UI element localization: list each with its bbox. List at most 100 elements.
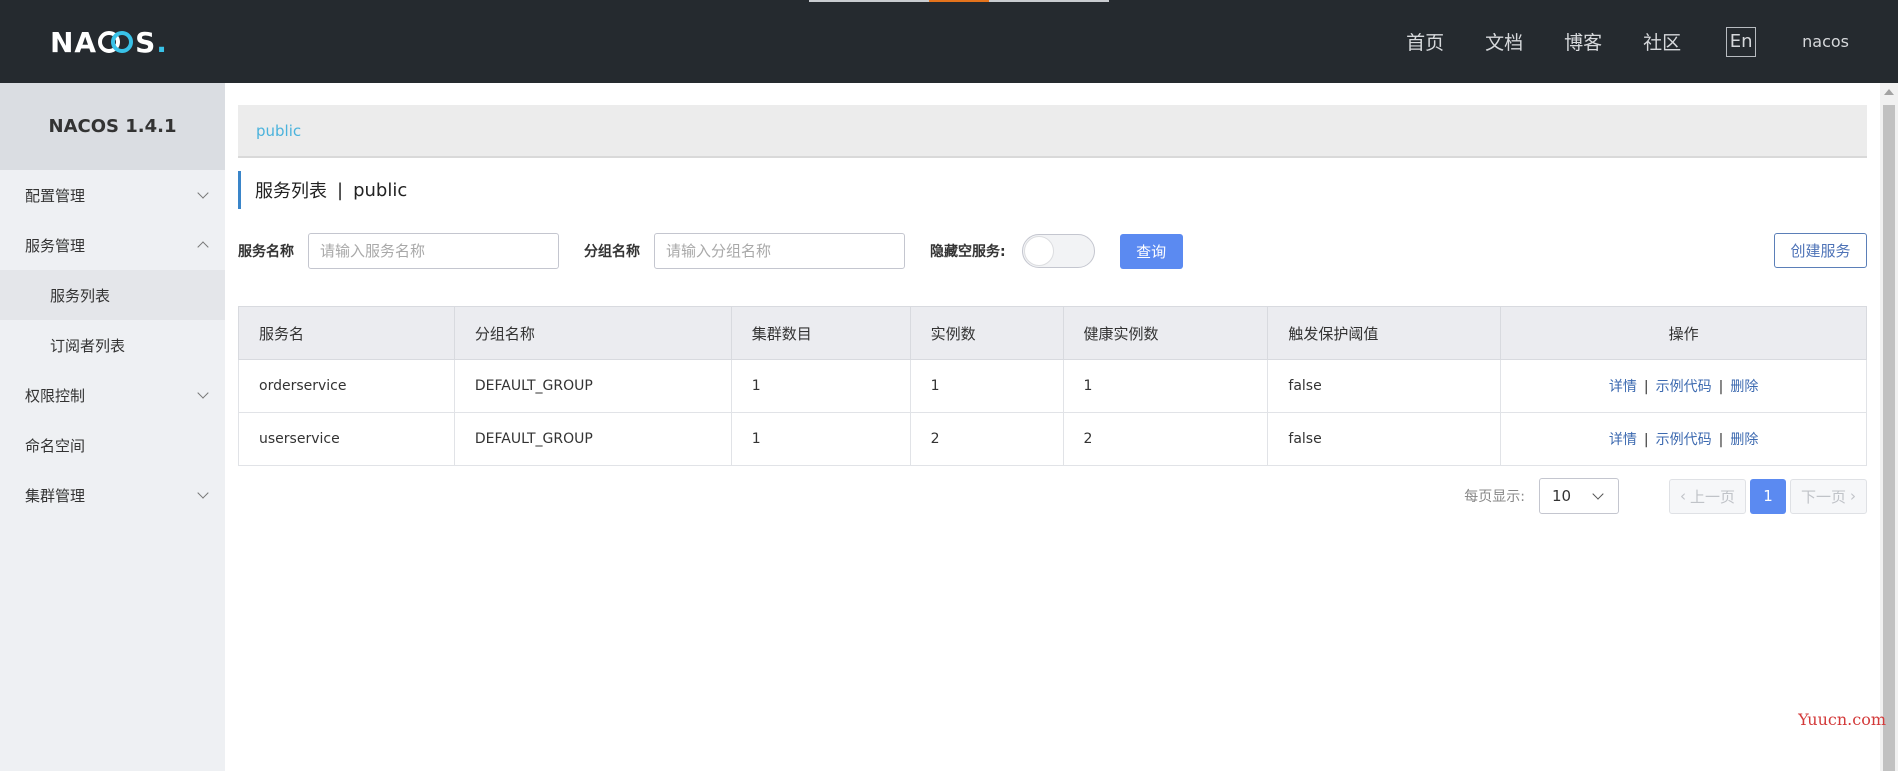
chevron-right-icon: › <box>1850 487 1856 505</box>
cell-service-name: userservice <box>238 412 455 466</box>
logo-dot: . <box>156 25 168 59</box>
page-size-value: 10 <box>1551 487 1572 505</box>
column-header: 集群数目 <box>730 306 911 360</box>
page-size-select[interactable]: 10 <box>1538 478 1619 514</box>
sidebar-title: NACOS 1.4.1 <box>0 83 225 170</box>
sidebar-item-label: 命名空间 <box>25 436 86 455</box>
language-toggle-button[interactable]: En <box>1726 26 1757 57</box>
column-header: 触发保护阈值 <box>1267 306 1502 360</box>
cell-threshold: false <box>1267 412 1502 466</box>
nav-home[interactable]: 首页 <box>1406 28 1444 55</box>
sidebar-item-label: 集群管理 <box>25 486 86 505</box>
query-button[interactable]: 查询 <box>1119 233 1183 269</box>
scrollbar-thumb[interactable] <box>1883 105 1895 771</box>
filter-bar: 服务名称 分组名称 隐藏空服务: 查询 创建服务 <box>238 233 1867 269</box>
hide-empty-label: 隐藏空服务: <box>930 244 1006 260</box>
service-name-label: 服务名称 <box>238 244 294 260</box>
logo-rings-icon <box>98 31 134 53</box>
sidebar-item-namespace[interactable]: 命名空间 <box>0 420 225 470</box>
hide-empty-toggle[interactable] <box>1021 234 1095 268</box>
service-table: 服务名 分组名称 集群数目 实例数 健康实例数 触发保护阈值 操作 orders… <box>238 306 1867 466</box>
top-indicator <box>809 0 1109 2</box>
column-header: 分组名称 <box>453 306 732 360</box>
table-row: orderservice DEFAULT_GROUP 1 1 1 false 详… <box>238 359 1867 413</box>
action-separator: | <box>1718 379 1724 395</box>
top-indicator-segment <box>929 0 989 2</box>
sidebar: NACOS 1.4.1 配置管理 服务管理 服务列表 订阅者列表 权限控制 命名… <box>0 83 225 771</box>
sidebar-item-label: 订阅者列表 <box>50 336 126 355</box>
nacos-logo[interactable]: NA S. <box>50 22 168 62</box>
cell-cluster-count: 1 <box>730 359 911 413</box>
detail-link[interactable]: 详情 <box>1609 379 1637 395</box>
scroll-up-icon[interactable] <box>1884 89 1894 95</box>
sidebar-item-label: 配置管理 <box>25 186 86 205</box>
page-title-namespace: public <box>353 179 408 201</box>
cell-service-name: orderservice <box>238 359 455 413</box>
sidebar-item-label: 服务管理 <box>25 236 86 255</box>
chevron-down-icon <box>197 387 209 399</box>
sidebar-item-service-management[interactable]: 服务管理 <box>0 220 225 270</box>
nav-blog[interactable]: 博客 <box>1564 28 1602 55</box>
table-row: userservice DEFAULT_GROUP 1 2 2 false 详情… <box>238 412 1867 466</box>
nav-community[interactable]: 社区 <box>1643 28 1681 55</box>
cell-instance-count: 2 <box>909 412 1064 466</box>
nav-docs[interactable]: 文档 <box>1485 28 1523 55</box>
delete-link[interactable]: 删除 <box>1730 379 1758 395</box>
top-nav: 首页 文档 博客 社区 En nacos <box>1406 0 1898 83</box>
sample-code-link[interactable]: 示例代码 <box>1656 379 1712 395</box>
logo-text-s: S <box>135 25 157 59</box>
cell-healthy-count: 1 <box>1062 359 1269 413</box>
sidebar-item-permission[interactable]: 权限控制 <box>0 370 225 420</box>
cell-instance-count: 1 <box>909 359 1064 413</box>
delete-link[interactable]: 删除 <box>1730 432 1758 448</box>
sidebar-item-service-list[interactable]: 服务列表 <box>0 270 225 320</box>
logo-text-na: NA <box>50 25 98 59</box>
column-header: 操作 <box>1500 306 1867 360</box>
cell-group-name: DEFAULT_GROUP <box>453 412 732 466</box>
page-title: 服务列表 | public <box>238 171 407 209</box>
sidebar-item-cluster[interactable]: 集群管理 <box>0 470 225 520</box>
chevron-up-icon <box>197 241 209 253</box>
page-number-current[interactable]: 1 <box>1749 478 1786 514</box>
cell-threshold: false <box>1267 359 1502 413</box>
cell-actions: 详情 | 示例代码 | 删除 <box>1500 412 1867 466</box>
chevron-left-icon: ‹ <box>1679 487 1686 505</box>
page-title-main: 服务列表 <box>255 181 327 202</box>
vertical-scrollbar[interactable] <box>1880 83 1898 771</box>
chevron-down-icon <box>197 187 209 199</box>
prev-page-button[interactable]: ‹ 上一页 <box>1668 478 1746 514</box>
main-content: public 服务列表 | public 服务名称 分组名称 隐藏空服务: 查询… <box>225 83 1880 771</box>
chevron-down-icon <box>1592 488 1604 500</box>
cell-actions: 详情 | 示例代码 | 删除 <box>1500 359 1867 413</box>
top-header: NA S. 首页 文档 博客 社区 En nacos <box>0 0 1898 83</box>
cell-group-name: DEFAULT_GROUP <box>453 359 732 413</box>
prev-page-label: 上一页 <box>1689 487 1735 506</box>
cell-healthy-count: 2 <box>1062 412 1269 466</box>
action-separator: | <box>1718 432 1724 448</box>
namespace-tab-public[interactable]: public <box>238 105 1867 158</box>
column-header: 健康实例数 <box>1062 306 1269 360</box>
per-page-label: 每页显示: <box>1464 489 1525 505</box>
action-separator: | <box>1643 379 1649 395</box>
action-separator: | <box>1643 432 1649 448</box>
page-title-separator: | <box>337 179 344 201</box>
sidebar-item-subscriber-list[interactable]: 订阅者列表 <box>0 320 225 370</box>
table-header-row: 服务名 分组名称 集群数目 实例数 健康实例数 触发保护阈值 操作 <box>238 306 1867 360</box>
chevron-down-icon <box>197 487 209 499</box>
toggle-knob <box>1023 236 1054 266</box>
create-service-button[interactable]: 创建服务 <box>1774 233 1867 268</box>
next-page-button[interactable]: 下一页 › <box>1789 478 1867 514</box>
sidebar-item-label: 权限控制 <box>25 386 86 405</box>
user-name[interactable]: nacos <box>1802 32 1849 51</box>
sidebar-item-config[interactable]: 配置管理 <box>0 170 225 220</box>
sidebar-item-label: 服务列表 <box>50 286 111 305</box>
group-name-label: 分组名称 <box>584 244 640 260</box>
watermark: Yuucn.com <box>1798 710 1886 729</box>
group-name-input[interactable] <box>654 233 905 269</box>
sample-code-link[interactable]: 示例代码 <box>1656 432 1712 448</box>
cell-cluster-count: 1 <box>730 412 911 466</box>
column-header: 实例数 <box>909 306 1064 360</box>
service-name-input[interactable] <box>308 233 559 269</box>
detail-link[interactable]: 详情 <box>1609 432 1637 448</box>
next-page-label: 下一页 <box>1800 487 1846 506</box>
